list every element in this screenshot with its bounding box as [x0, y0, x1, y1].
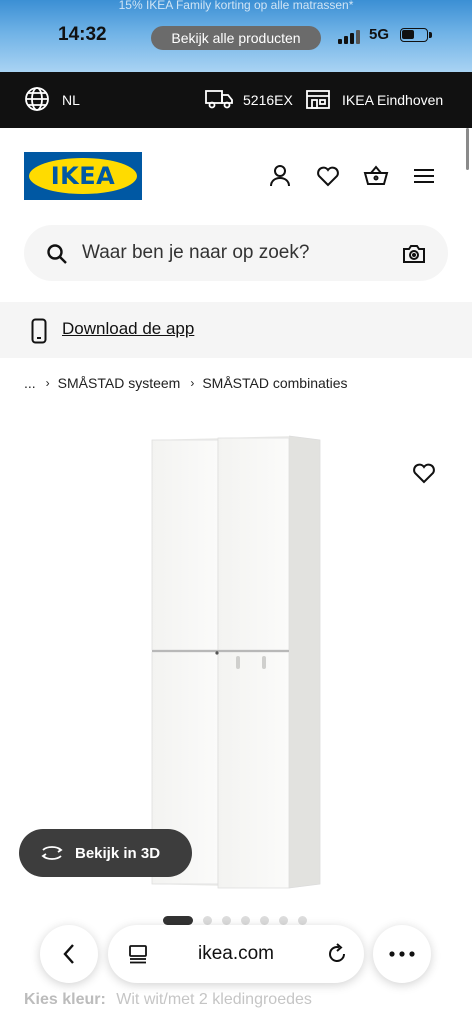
color-value: Wit wit/met 2 kledingroedes: [116, 991, 312, 1008]
view-in-3d-label: Bekijk in 3D: [75, 844, 161, 862]
rotate-3d-icon: [41, 846, 63, 860]
heart-icon[interactable]: [315, 163, 341, 189]
carousel-indicator: [163, 915, 307, 925]
breadcrumb-item[interactable]: SMÅSTAD combinaties: [202, 375, 347, 391]
ikea-logo[interactable]: IKEA: [24, 152, 142, 200]
phone-icon: [31, 318, 47, 349]
carousel-dot[interactable]: [241, 915, 250, 925]
status-bar: 15% IKEA Family korting op alle matrasse…: [0, 0, 472, 72]
breadcrumb: ... › SMÅSTAD systeem › SMÅSTAD combinat…: [24, 375, 348, 391]
view-all-products-pill[interactable]: Bekijk alle producten: [151, 26, 321, 50]
scrollbar[interactable]: [466, 128, 469, 170]
network-label: 5G: [369, 26, 390, 43]
color-selector[interactable]: Kies kleur: Wit wit/met 2 kledingroedes: [24, 991, 312, 1009]
truck-icon: [204, 88, 234, 113]
reload-icon[interactable]: [326, 943, 348, 970]
carousel-dot[interactable]: [260, 915, 269, 925]
favorite-heart-icon[interactable]: [411, 460, 437, 486]
postcode-label: 5216EX: [243, 92, 293, 108]
status-time: 14:32: [58, 24, 107, 45]
search-icon: [46, 243, 68, 270]
more-options-button[interactable]: [373, 925, 431, 983]
carousel-dot[interactable]: [222, 915, 231, 925]
carousel-dot[interactable]: [298, 915, 307, 925]
color-label: Kies kleur:: [24, 991, 106, 1008]
user-icon[interactable]: [267, 163, 293, 189]
location-bar: NL 5216EX IKEA Eindhoven: [0, 72, 472, 128]
chevron-left-icon: [63, 944, 74, 964]
language-label: NL: [62, 92, 80, 108]
menu-icon[interactable]: [411, 163, 437, 189]
postcode-selector[interactable]: 5216EX: [204, 72, 293, 128]
back-button[interactable]: [40, 925, 98, 983]
breadcrumb-item[interactable]: ...: [24, 375, 36, 391]
breadcrumb-item[interactable]: SMÅSTAD systeem: [58, 375, 181, 391]
store-label: IKEA Eindhoven: [342, 92, 444, 108]
store-selector[interactable]: IKEA Eindhoven: [305, 72, 443, 128]
carousel-dot[interactable]: [279, 915, 288, 925]
battery-icon: [400, 28, 432, 42]
chevron-right-icon: ›: [45, 376, 50, 390]
app-banner: Download de app: [0, 302, 472, 358]
address-bar[interactable]: ikea.com: [108, 925, 364, 983]
store-icon: [305, 88, 331, 113]
signal-icon: [338, 28, 362, 44]
camera-icon[interactable]: [402, 243, 426, 270]
language-selector[interactable]: NL: [24, 72, 80, 128]
carousel-dot[interactable]: [203, 915, 212, 925]
search-placeholder: Waar ben je naar op zoek?: [82, 242, 310, 263]
download-app-link[interactable]: Download de app: [62, 302, 194, 356]
search-input[interactable]: Waar ben je naar op zoek?: [24, 225, 448, 281]
product-image[interactable]: [148, 432, 324, 892]
chevron-right-icon: ›: [190, 376, 195, 390]
basket-icon[interactable]: [363, 163, 389, 189]
promo-text: 15% IKEA Family korting op alle matrasse…: [118, 0, 354, 12]
carousel-dot-active[interactable]: [163, 915, 193, 925]
view-in-3d-button[interactable]: Bekijk in 3D: [19, 829, 192, 877]
more-dots-icon: [389, 951, 415, 957]
globe-icon: [24, 86, 50, 115]
